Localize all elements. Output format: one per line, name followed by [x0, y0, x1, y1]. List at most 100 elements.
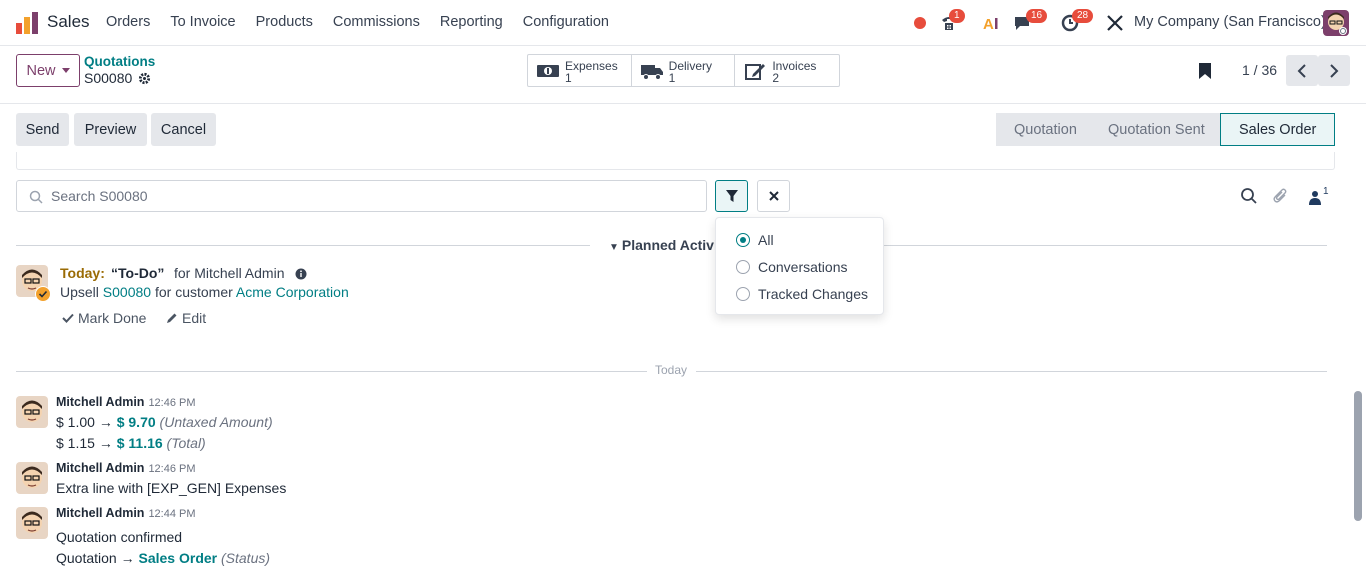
message-time: 12:44 PM [148, 508, 196, 520]
ai-icon[interactable]: A [982, 13, 1002, 33]
mark-done-button[interactable]: Mark Done [62, 310, 146, 326]
menu-reporting[interactable]: Reporting [440, 14, 503, 30]
smart-buttons: Expenses 1 Delivery 1 Invoices 2 [527, 54, 840, 87]
menu-commissions[interactable]: Commissions [333, 14, 420, 30]
app-name[interactable]: Sales [47, 12, 90, 32]
radio-unselected[interactable] [736, 287, 750, 301]
option-label: Tracked Changes [758, 286, 868, 302]
message-time: 12:46 PM [148, 397, 196, 409]
author-name[interactable]: Mitchell Admin [56, 395, 144, 409]
check-icon [62, 313, 74, 323]
paperclip-icon[interactable] [1272, 187, 1290, 205]
stage-quotation[interactable]: Quotation [996, 113, 1090, 146]
edit-activity-button[interactable]: Edit [166, 310, 206, 326]
field-name: (Status) [221, 550, 271, 566]
company-switcher[interactable]: My Company (San Francisco) [1134, 14, 1326, 30]
breadcrumb-current: S00080 [84, 70, 151, 86]
customer-link[interactable]: Acme Corporation [236, 284, 349, 300]
edit-label: Edit [182, 310, 207, 326]
calls-badge: 1 [949, 9, 965, 23]
menu-configuration[interactable]: Configuration [523, 14, 609, 30]
old-value: $ 1.15 [56, 435, 95, 451]
arrow-icon: → [120, 550, 135, 566]
clock-icon[interactable]: 28 [1061, 9, 1094, 33]
stage-quotation-sent[interactable]: Quotation Sent [1090, 113, 1220, 146]
message-avatar[interactable] [16, 462, 48, 494]
message-avatar[interactable] [16, 507, 48, 539]
stage-sales-order[interactable]: Sales Order [1220, 113, 1335, 146]
caret-down-icon [61, 68, 70, 73]
new-value: $ 9.70 [116, 414, 156, 430]
date-separator: Today [655, 363, 688, 377]
invoices-smart-button[interactable]: Invoices 2 [735, 55, 839, 86]
close-icon [768, 191, 779, 201]
old-value: $ 1.00 [56, 414, 95, 430]
tools-icon[interactable] [1105, 13, 1125, 33]
order-link[interactable]: S00080 [103, 284, 151, 300]
pager-next-button[interactable] [1318, 55, 1350, 86]
recording-dot-icon[interactable] [914, 17, 926, 29]
top-navbar: Sales Orders To Invoice Products Commiss… [0, 0, 1366, 46]
chatter-search-input[interactable] [51, 181, 691, 211]
truck-icon [640, 65, 663, 80]
phone-icon[interactable]: 1 [939, 9, 965, 33]
expenses-smart-button[interactable]: Expenses 1 [528, 55, 632, 86]
activity-assignee: for Mitchell Admin [174, 265, 285, 281]
scrollbar[interactable] [1354, 391, 1362, 521]
author-name[interactable]: Mitchell Admin [56, 461, 144, 475]
message-body: Quotation confirmed [56, 529, 183, 545]
message-author: Mitchell Admin 12:46 PM [56, 395, 196, 409]
cancel-button[interactable]: Cancel [151, 113, 216, 146]
pager-value[interactable]: 1 / 36 [1242, 62, 1277, 78]
form-sheet [16, 152, 1335, 170]
pager-previous-button[interactable] [1286, 55, 1318, 86]
info-icon[interactable] [295, 268, 307, 280]
filter-option-conversations[interactable]: Conversations [736, 257, 848, 277]
messages-badge: 16 [1026, 9, 1048, 23]
chatter-search[interactable] [16, 180, 707, 212]
filter-option-tracked-changes[interactable]: Tracked Changes [736, 284, 868, 304]
author-name[interactable]: Mitchell Admin [56, 506, 144, 520]
radio-selected[interactable] [736, 233, 750, 247]
close-search-button[interactable] [757, 180, 790, 212]
new-button[interactable]: New [16, 54, 80, 87]
sales-app-icon[interactable] [15, 11, 39, 35]
note-text: for customer [154, 284, 233, 300]
tracking-line: Quotation → Sales Order (Status) [56, 550, 270, 566]
pencil-square-icon [745, 64, 766, 80]
send-button[interactable]: Send [16, 113, 69, 146]
filter-icon [725, 190, 738, 202]
message-avatar[interactable] [16, 396, 48, 428]
divider [884, 245, 1327, 246]
smart-count: 1 [565, 71, 572, 85]
bookmark-icon[interactable] [1198, 62, 1212, 80]
menu-products[interactable]: Products [256, 14, 313, 30]
preview-button[interactable]: Preview [74, 113, 147, 146]
menu-to-invoice[interactable]: To Invoice [170, 14, 235, 30]
breadcrumb-quotations[interactable]: Quotations [84, 54, 155, 69]
messages-icon[interactable]: 16 [1013, 9, 1048, 33]
option-label: All [758, 232, 774, 248]
filter-button[interactable] [715, 180, 748, 212]
svg-text:A: A [983, 16, 994, 33]
followers-count: 1 [1323, 186, 1329, 197]
arrow-icon: → [98, 414, 113, 430]
search-icon[interactable] [1240, 187, 1258, 205]
new-value: $ 11.16 [116, 435, 163, 451]
new-value: Sales Order [138, 550, 218, 566]
note-text: Upsell [60, 284, 99, 300]
option-label: Conversations [758, 259, 848, 275]
filter-dropdown: All Conversations Tracked Changes [715, 217, 884, 315]
chevron-left-icon [1297, 63, 1306, 78]
activity-due-label: Today: [60, 265, 105, 281]
menu-orders[interactable]: Orders [106, 14, 150, 30]
followers-button[interactable]: 1 [1309, 186, 1329, 206]
divider [696, 371, 1327, 372]
user-avatar[interactable] [1323, 10, 1349, 36]
delivery-smart-button[interactable]: Delivery 1 [632, 55, 736, 86]
chevron-right-icon [1330, 63, 1339, 78]
radio-unselected[interactable] [736, 260, 750, 274]
smart-count: 2 [772, 71, 780, 85]
gear-icon[interactable] [138, 72, 151, 85]
filter-option-all[interactable]: All [736, 230, 774, 250]
